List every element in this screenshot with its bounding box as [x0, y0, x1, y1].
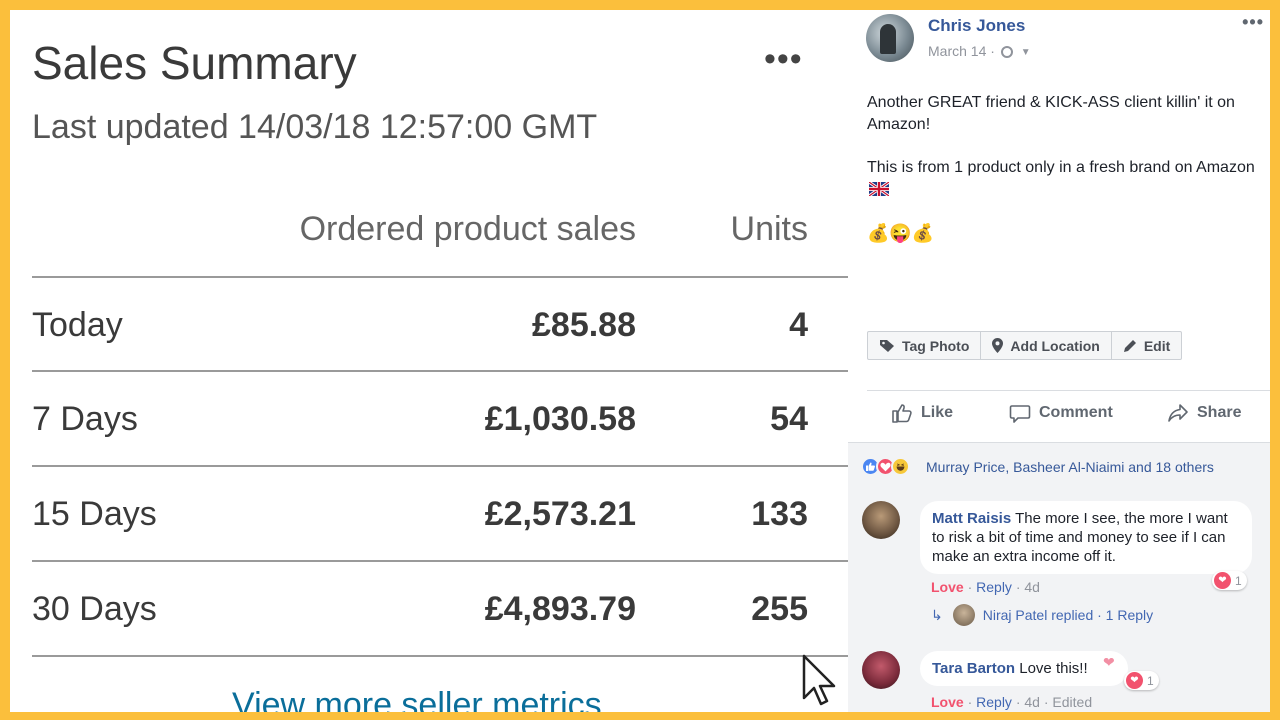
post-meta: March 14 · ▼	[928, 43, 1031, 59]
row-sales-value: £85.88	[532, 306, 636, 344]
chevron-down-icon[interactable]: ▼	[1021, 47, 1031, 58]
comment-meta: Love · Reply · 4d · Edited	[931, 694, 1093, 710]
reply-arrow-icon: ↳	[931, 606, 943, 623]
edited-label[interactable]: Edited	[1052, 694, 1092, 710]
pencil-icon	[1123, 339, 1136, 352]
row-label: 15 Days	[32, 495, 157, 533]
post-author-name[interactable]: Chris Jones	[928, 16, 1025, 36]
comment-label: Comment	[1039, 404, 1113, 421]
comment-bubble-icon	[1009, 405, 1031, 423]
commenter-avatar[interactable]	[862, 651, 900, 689]
love-link[interactable]: Love	[931, 579, 964, 595]
tag-icon	[880, 339, 894, 352]
sales-summary-title: Sales Summary	[32, 37, 357, 89]
share-arrow-icon	[1168, 404, 1188, 422]
comment-button[interactable]: Comment	[1009, 402, 1113, 424]
audience-globe-icon[interactable]	[1000, 46, 1013, 58]
row-units-value: 4	[789, 306, 808, 344]
mouse-cursor-icon	[802, 654, 836, 706]
author-avatar[interactable]	[866, 14, 914, 62]
thumbs-up-icon	[892, 404, 912, 423]
like-label: Like	[921, 404, 954, 421]
comment-reaction-count[interactable]: ❤ 1	[1212, 571, 1247, 590]
commenter-avatar[interactable]	[862, 501, 900, 539]
table-divider	[32, 655, 848, 657]
row-sales-value: £2,573.21	[484, 495, 636, 533]
comment-time[interactable]: 4d	[1024, 579, 1040, 595]
table-row: 7 Days £1,030.58 54	[10, 372, 848, 466]
post-paragraph-text: This is from 1 product only in a fresh b…	[867, 159, 1255, 176]
reaction-count-value: 1	[1235, 573, 1242, 588]
reply-link[interactable]: Reply	[976, 694, 1012, 710]
reaction-icons[interactable]	[861, 457, 910, 476]
table-row: 30 Days £4,893.79 255	[10, 562, 848, 656]
comment-meta: Love · Reply · 4d	[931, 579, 1040, 595]
view-more-seller-metrics-link[interactable]: View more seller metrics	[232, 686, 602, 712]
replier-avatar	[952, 604, 975, 626]
column-header-units: Units	[730, 210, 808, 248]
last-updated-text: Last updated 14/03/18 12:57:00 GMT	[32, 108, 598, 146]
post-options-icon[interactable]: •••	[1242, 12, 1264, 33]
post-actions-bar: Like Comment Share	[867, 402, 1267, 434]
row-label: 30 Days	[32, 590, 157, 628]
view-replies-link[interactable]: ↳ Niraj Patel replied · 1 Reply	[931, 604, 1153, 626]
comment-text: Love this!!	[1019, 660, 1088, 677]
tag-photo-button[interactable]: Tag Photo	[868, 332, 982, 359]
comment-bubble: Matt Raisis The more I see, the more I w…	[920, 501, 1252, 574]
reaction-count-value: 1	[1147, 673, 1154, 688]
location-pin-icon	[992, 338, 1004, 353]
post-emojis: 💰😜💰	[867, 223, 935, 243]
post-paragraph: Another GREAT friend & KICK-ASS client k…	[867, 94, 1235, 133]
haha-reaction-icon	[891, 457, 910, 476]
reply-link[interactable]: Reply	[976, 579, 1012, 595]
column-header-ordered-product-sales: Ordered product sales	[299, 210, 636, 248]
add-location-button[interactable]: Add Location	[981, 332, 1112, 359]
row-label: Today	[32, 306, 123, 344]
post-body: Another GREAT friend & KICK-ASS client k…	[867, 92, 1263, 222]
comments-section: Murray Price, Basheer Al-Niaimi and 18 o…	[848, 442, 1270, 712]
reactors-link[interactable]: Murray Price, Basheer Al-Niaimi and 18 o…	[926, 459, 1214, 475]
commenter-name[interactable]: Tara Barton	[932, 660, 1015, 677]
heart-icon: ❤	[1214, 572, 1231, 589]
comment-reaction-count[interactable]: ❤ 1	[1124, 671, 1159, 690]
commenter-name[interactable]: Matt Raisis	[932, 510, 1011, 527]
tag-photo-label: Tag Photo	[902, 337, 970, 354]
edit-button[interactable]: Edit	[1112, 332, 1181, 359]
uk-flag-icon	[869, 182, 889, 196]
comment-time[interactable]: 4d	[1024, 694, 1040, 710]
replies-text: Niraj Patel replied · 1 Reply	[982, 607, 1154, 623]
table-row: Today £85.88 4	[10, 278, 848, 372]
post-paragraph-2: This is from 1 product only in a fresh b…	[867, 157, 1263, 201]
sales-summary-panel: Sales Summary ••• Last updated 14/03/18 …	[10, 10, 848, 712]
post-date[interactable]: March 14 ·	[928, 43, 995, 59]
divider	[867, 390, 1270, 391]
row-units-value: 255	[751, 590, 808, 628]
row-units-value: 133	[751, 495, 808, 533]
heart-emoji-icon: ❤	[1103, 654, 1115, 670]
table-row: 15 Days £2,573.21 133	[10, 467, 848, 561]
love-link[interactable]: Love	[931, 694, 964, 710]
edit-label: Edit	[1143, 337, 1171, 354]
like-button[interactable]: Like	[891, 402, 953, 424]
share-label: Share	[1197, 404, 1242, 421]
more-options-icon[interactable]: •••	[764, 40, 803, 79]
comment-bubble: Tara Barton Love this!!	[920, 651, 1128, 686]
heart-icon: ❤	[1126, 672, 1143, 689]
row-sales-value: £4,893.79	[484, 590, 636, 628]
share-button[interactable]: Share	[1167, 402, 1241, 424]
row-sales-value: £1,030.58	[484, 400, 636, 438]
photo-actions-bar: Tag Photo Add Location Edit	[867, 331, 1183, 360]
add-location-label: Add Location	[1010, 337, 1100, 354]
facebook-post: Chris Jones March 14 · ▼ ••• Another GRE…	[848, 10, 1270, 712]
frame: Sales Summary ••• Last updated 14/03/18 …	[10, 10, 1270, 712]
row-units-value: 54	[770, 400, 808, 438]
row-label: 7 Days	[32, 400, 138, 438]
